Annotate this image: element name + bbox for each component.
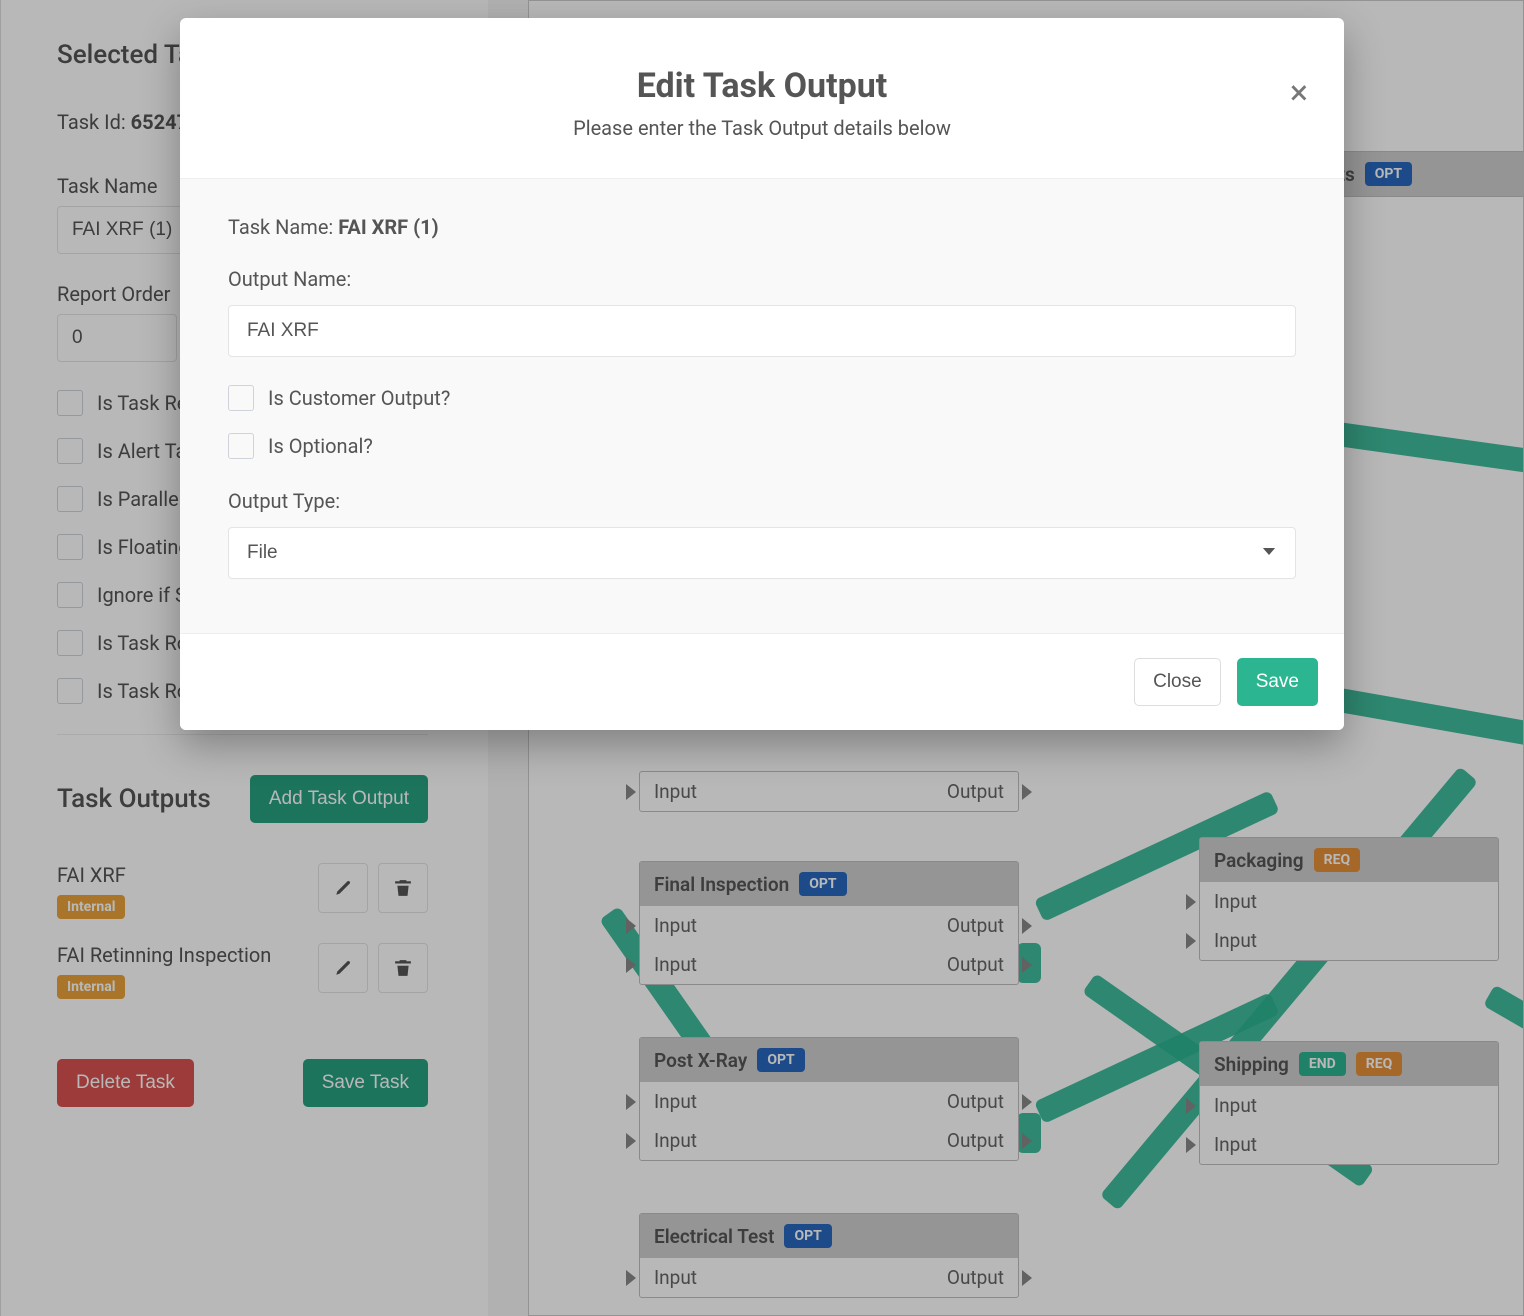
- task-name-value: FAI XRF (1): [338, 215, 438, 239]
- save-button[interactable]: Save: [1237, 658, 1318, 706]
- is-customer-output-checkbox[interactable]: [228, 385, 254, 411]
- is-optional-checkbox[interactable]: [228, 433, 254, 459]
- is-optional-label: Is Optional?: [268, 434, 373, 458]
- edit-task-output-dialog: Edit Task Output Please enter the Task O…: [180, 18, 1344, 730]
- close-icon[interactable]: ×: [1290, 76, 1308, 110]
- output-type-select[interactable]: [228, 527, 1296, 579]
- close-button[interactable]: Close: [1134, 658, 1221, 706]
- task-name-label: Task Name:: [228, 215, 333, 239]
- dialog-title: Edit Task Output: [210, 66, 1314, 106]
- output-type-label: Output Type:: [228, 489, 1296, 513]
- output-name-input[interactable]: [228, 305, 1296, 357]
- is-customer-output-label: Is Customer Output?: [268, 386, 450, 410]
- task-name-line: Task Name: FAI XRF (1): [228, 215, 1296, 239]
- output-name-label: Output Name:: [228, 267, 1296, 291]
- dialog-subtitle: Please enter the Task Output details bel…: [210, 116, 1314, 140]
